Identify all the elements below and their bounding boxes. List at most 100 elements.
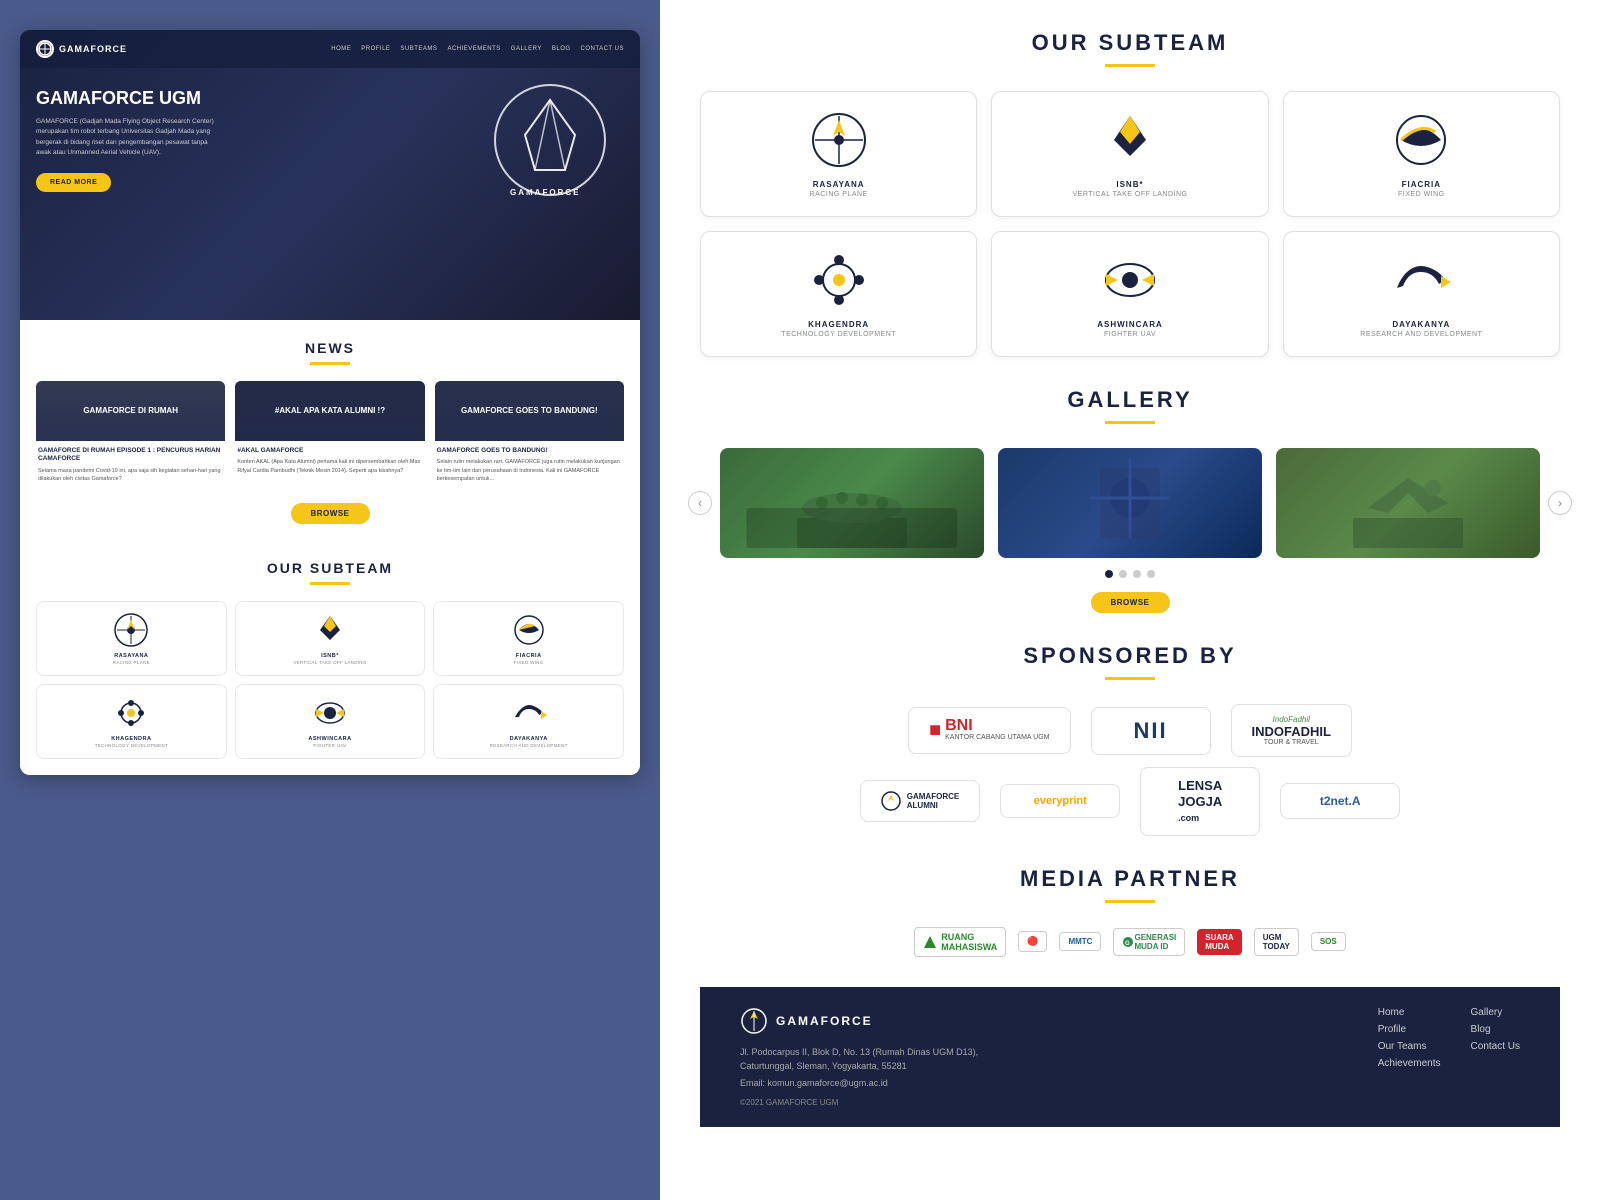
footer-copyright: ©2021 GAMAFORCE UGM: [740, 1098, 1338, 1107]
website-mockup: GAMAFORCE HOME PROFILE SUBTEAMS ACHIEVEM…: [20, 30, 640, 775]
dot-1[interactable]: [1105, 570, 1113, 578]
subteam-card-fw-l: FIACRIA FIXED WING: [433, 601, 624, 676]
subteam-desc-day-l: RESEARCH AND DEVELOPMENT: [440, 743, 617, 748]
subteam-icon-day-r: [1391, 250, 1451, 310]
media-mmtc: MMTC: [1059, 932, 1101, 951]
ruang-mahasiswa-icon: [923, 935, 937, 949]
news-underline: [310, 362, 350, 365]
nav-subteams[interactable]: SUBTEAMS: [400, 46, 437, 52]
subteam-card-vtol-r: ISNB* VERTICAL TAKE OFF LANDING: [991, 91, 1268, 217]
footer-logo-text: GAMAFORCE: [776, 1014, 873, 1028]
subteam-desc-vtol-l: VERTICAL TAKE OFF LANDING: [242, 660, 419, 665]
footer-link-blog[interactable]: Blog: [1471, 1024, 1520, 1035]
subteam-desc-fw-l: FIXED WING: [440, 660, 617, 665]
media-sos: SOS: [1311, 932, 1346, 951]
footer-link-teams[interactable]: Our Teams: [1378, 1041, 1441, 1052]
navbar: GAMAFORCE HOME PROFILE SUBTEAMS ACHIEVEM…: [20, 30, 640, 68]
subteam-name-fw-r: FIACRIA: [1296, 180, 1547, 189]
subteam-desc-rasayana-r: RACING PLANE: [713, 191, 964, 198]
nav-blog[interactable]: BLOG: [552, 46, 571, 52]
generasi-muda-icon: G: [1122, 936, 1134, 948]
subteam-card-vtol-l: ISNB* VERTICAL TAKE OFF LANDING: [235, 601, 426, 676]
news-card-img-1: GAMAFORCE DI RUMAH: [36, 381, 225, 441]
sponsor-row-1: ■ BNI KANTOR CABANG UTAMA UGM NII IndoFa…: [700, 704, 1560, 757]
news-card-title-3: GAMAFORCE GOES TO BANDUNG!: [437, 447, 622, 455]
footer-address: Jl. Podocarpus II, Blok D, No. 13 (Rumah…: [740, 1045, 1338, 1074]
footer-link-gallery[interactable]: Gallery: [1471, 1007, 1520, 1018]
gallery-next-button[interactable]: ›: [1548, 491, 1572, 515]
subteam-name-rasayana-l: RASAYANA: [43, 653, 220, 659]
subteam-card-khag-r: KHAGENDRA TECHNOLOGY DEVELOPMENT: [700, 231, 977, 357]
media-grid: RUANGMAHASISWA 🔴 MMTC G GENERASIMUDA ID …: [700, 927, 1560, 957]
subteam-card-ash-l: ASHWINCARA FIGHTER UAV: [235, 684, 426, 759]
gallery-prev-button[interactable]: ‹: [688, 491, 712, 515]
subteam-name-fw-l: FIACRIA: [440, 653, 617, 659]
footer-link-contact[interactable]: Contact Us: [1471, 1041, 1520, 1052]
gallery-section: GALLERY ‹: [700, 387, 1560, 613]
news-card-text-2: Konten AKAL (Apa Kata Alumni) pertama ka…: [237, 458, 422, 475]
news-card-3: GAMAFORCE GOES TO BANDUNG! GAMAFORCE GOE…: [435, 381, 624, 489]
dot-2[interactable]: [1119, 570, 1127, 578]
sponsor-nii: NII: [1091, 707, 1211, 755]
gallery-grid: [720, 448, 1540, 558]
subteam-desc-vtol-r: VERTICAL TAKE OFF LANDING: [1004, 191, 1255, 198]
subteam-name-rasayana-r: RASAYANA: [713, 180, 964, 189]
nav-home[interactable]: HOME: [331, 46, 351, 52]
nav-logo: GAMAFORCE: [36, 40, 127, 58]
subteam-desc-ash-l: FIGHTER UAV: [242, 743, 419, 748]
bni-subtext: KANTOR CABANG UTAMA UGM: [945, 734, 1049, 742]
logo-icon: [36, 40, 54, 58]
subteam-desc-khag-l: TECHNOLOGY DEVELOPMENT: [43, 743, 220, 748]
read-more-button[interactable]: READ MORE: [36, 173, 111, 192]
gallery-browse-wrap: BROWSE: [700, 592, 1560, 613]
gallery-image-1: [720, 448, 984, 558]
subteam-icon-ash-l: [312, 695, 348, 731]
news-card-img-3: GAMAFORCE GOES TO BANDUNG!: [435, 381, 624, 441]
dot-4[interactable]: [1147, 570, 1155, 578]
nav-gallery[interactable]: GALLERY: [511, 46, 542, 52]
nav-links: HOME PROFILE SUBTEAMS ACHIEVEMENTS GALLE…: [331, 46, 624, 52]
subteam-title-left: OUR SUBTEAM: [36, 560, 624, 576]
news-card-title-2: #AKAL GAMAFORCE: [237, 447, 422, 455]
footer-link-achievements[interactable]: Achievements: [1378, 1058, 1441, 1069]
subteam-desc-day-r: RESEARCH AND DEVELOPMENT: [1296, 331, 1547, 338]
gamaforce-alumni-icon: [881, 791, 901, 811]
subteam-card-day-l: DAYAKANYA RESEARCH AND DEVELOPMENT: [433, 684, 624, 759]
nav-logo-text: GAMAFORCE: [59, 44, 127, 54]
news-card-title-1: GAMAFORCE DI RUMAH EPISODE 1 : PENCURUS …: [38, 447, 223, 464]
gallery-image-2: [998, 448, 1262, 558]
sponsor-t2net: t2net.A: [1280, 783, 1400, 819]
subteam-card-fw-r: FIACRIA FIXED WING: [1283, 91, 1560, 217]
gallery-browse-button[interactable]: BROWSE: [1091, 592, 1170, 613]
gallery-image-3: [1276, 448, 1540, 558]
dot-3[interactable]: [1133, 570, 1141, 578]
subteam-icon-fw-l: [511, 612, 547, 648]
nav-profile[interactable]: PROFILE: [361, 46, 390, 52]
media-generasi-muda: G GENERASIMUDA ID: [1113, 928, 1185, 956]
footer-col-1: Home Profile Our Teams Achievements: [1378, 1007, 1441, 1069]
footer-brand: GAMAFORCE Jl. Podocarpus II, Blok D, No.…: [740, 1007, 1338, 1107]
subteam-card-rasayana-r: RASAYANA RACING PLANE: [700, 91, 977, 217]
mmtc-text: MMTC: [1068, 937, 1092, 946]
nii-text: NII: [1133, 718, 1167, 744]
hero-description: GAMAFORCE (Gadjah Mada Flying Object Res…: [36, 117, 224, 159]
footer-link-home[interactable]: Home: [1378, 1007, 1441, 1018]
hero-title: GAMAFORCE UGM: [36, 88, 224, 109]
footer-link-profile[interactable]: Profile: [1378, 1024, 1441, 1035]
bni-text: BNI: [945, 718, 1049, 734]
gamaforce-alumni-text: GAMAFORCEALUMNI: [907, 792, 959, 811]
nav-achievements[interactable]: ACHIEVEMENTS: [447, 46, 500, 52]
gallery-underline: [1105, 421, 1155, 424]
gallery-dots: [700, 570, 1560, 578]
footer-logo: GAMAFORCE: [740, 1007, 1338, 1035]
news-section: NEWS GAMAFORCE DI RUMAH GAMAFORCE DI RUM…: [20, 320, 640, 544]
ugm-today-text: UGMTODAY: [1263, 933, 1290, 951]
nav-contact[interactable]: CONTACT US: [581, 46, 624, 52]
subteam-icon-ash-r: [1100, 250, 1160, 310]
svg-text:GAMAFORCE: GAMAFORCE: [510, 188, 580, 197]
news-card-img-2: #AKAL APA KATA ALUMNI !?: [235, 381, 424, 441]
news-browse-button[interactable]: BROWSE: [291, 503, 370, 524]
footer-email: Email: komun.gamaforce@ugm.ac.id: [740, 1078, 1338, 1088]
footer: GAMAFORCE Jl. Podocarpus II, Blok D, No.…: [700, 987, 1560, 1127]
news-card-2: #AKAL APA KATA ALUMNI !? #AKAL GAMAFORCE…: [235, 381, 424, 489]
